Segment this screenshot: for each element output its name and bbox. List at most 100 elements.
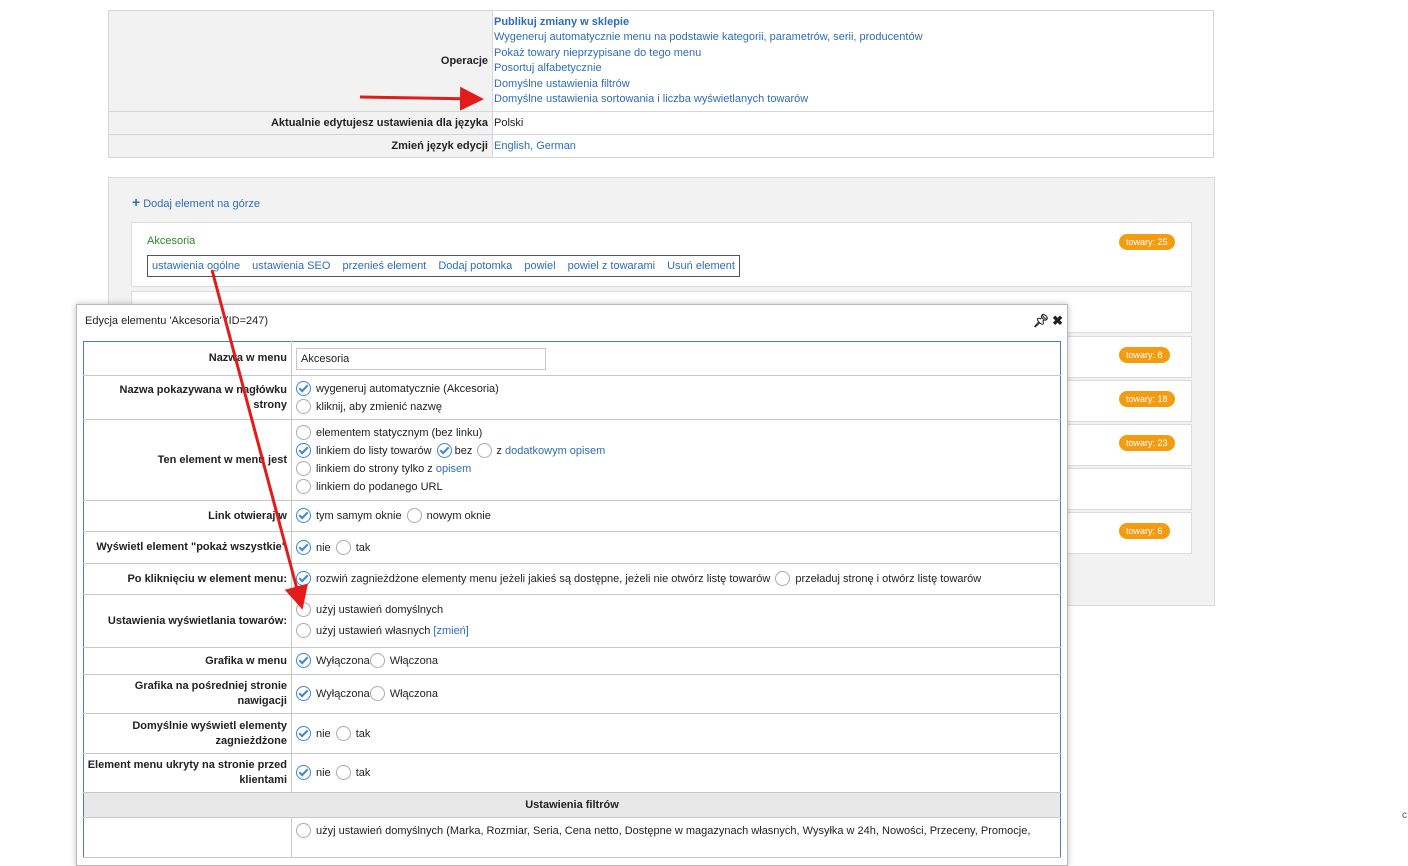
expand-default-no-option[interactable]: nie [296, 725, 331, 743]
graphic-nav-off-option[interactable]: Wyłączona [296, 685, 370, 703]
custom-display-option[interactable]: użyj ustawień własnych [zmień] [296, 621, 1060, 642]
show-all-no-option[interactable]: nie [296, 539, 331, 557]
on-click-label: Po kliknięciu w element menu: [83, 563, 292, 595]
without-description-option[interactable]: bez [435, 442, 472, 460]
expand-default-label: Domyślnie wyświetl elementy zagnieżdżone [83, 713, 292, 754]
default-sorting-link[interactable]: Domyślne ustawienia sortowania i liczba … [494, 93, 808, 105]
operations-label: Operacje [108, 10, 493, 113]
generate-menu-link[interactable]: Wygeneruj automatycznie menu na podstawi… [494, 31, 923, 43]
hidden-no-option[interactable]: nie [296, 764, 331, 782]
same-window-option[interactable]: tym samym oknie [296, 507, 402, 525]
edit-element-dialog: Edycja elementu 'Akcesoria' (ID=247) 📌︎ ✖… [76, 304, 1068, 866]
link-open-label: Link otwieraj w [83, 500, 292, 532]
radio-icon[interactable] [369, 653, 385, 668]
radio-icon[interactable] [296, 479, 311, 494]
radio-icon[interactable] [296, 823, 311, 838]
default-display-option[interactable]: użyj ustawień domyślnych [296, 600, 1060, 621]
corner-char: c [1402, 810, 1407, 821]
change-display-link[interactable]: [zmień] [433, 625, 468, 637]
reload-page-option[interactable]: przeładuj stronę i otwórz listę towarów [773, 570, 981, 588]
additional-description-link[interactable]: dodatkowym opisem [505, 445, 605, 457]
description-page-option[interactable]: linkiem do strony tylko z opisem [296, 460, 1060, 478]
graphic-menu-off-option[interactable]: Wyłączona [296, 652, 370, 670]
menu-item-actions: ustawienia ogólne ustawienia SEO przenie… [147, 255, 740, 277]
graphic-menu-on-option[interactable]: Włączona [369, 652, 438, 670]
plus-icon: + [132, 194, 141, 210]
hidden-label: Element menu ukryty na stronie przed kli… [83, 753, 292, 793]
menu-item-akcesoria: Akcesoria towary: 25 ustawienia ogólne u… [131, 222, 1192, 287]
language-value: Polski [492, 111, 1214, 136]
radio-icon[interactable] [477, 443, 493, 458]
graphic-nav-on-option[interactable]: Włączona [369, 685, 438, 703]
sort-alphabetically-link[interactable]: Posortuj alfabetycznie [494, 62, 602, 74]
change-language-links[interactable]: English, German [494, 140, 576, 152]
operations-table: Operacje Publikuj zmiany w sklepie Wygen… [108, 10, 1214, 159]
radio-checked-icon[interactable] [296, 653, 311, 668]
radio-checked-icon[interactable] [436, 443, 452, 458]
header-name-auto-option[interactable]: wygeneruj automatycznie (Akcesoria) [296, 380, 1060, 398]
pin-icon[interactable]: 📌︎ [1033, 313, 1050, 328]
filters-section-header: Ustawienia filtrów [83, 792, 1061, 818]
menu-item-name[interactable]: Akcesoria [147, 235, 195, 247]
expand-default-yes-option[interactable]: tak [334, 725, 370, 743]
radio-checked-icon[interactable] [296, 443, 311, 458]
radio-checked-icon[interactable] [296, 380, 311, 396]
radio-icon[interactable] [296, 425, 311, 440]
seo-settings-link[interactable]: ustawienia SEO [252, 260, 330, 272]
radio-icon[interactable] [369, 686, 385, 701]
display-settings-label: Ustawienia wyświetlania towarów: [83, 594, 292, 648]
expand-nested-option[interactable]: rozwiń zagnieżdżone elementy menu jeżeli… [296, 570, 770, 588]
name-label: Nazwa w menu [83, 341, 292, 376]
radio-checked-icon[interactable] [296, 508, 311, 523]
operations-list: Publikuj zmiany w sklepie Wygeneruj auto… [494, 11, 1213, 111]
move-element-link[interactable]: przenieś element [342, 260, 426, 272]
graphic-menu-label: Grafika w menu [83, 647, 292, 675]
with-description-option[interactable]: z dodatkowym opisem [475, 442, 605, 460]
hidden-yes-option[interactable]: tak [334, 764, 370, 782]
header-name-custom-option[interactable]: kliknij, aby zmienić nazwę [296, 398, 1060, 416]
radio-checked-icon[interactable] [296, 539, 311, 555]
header-name-label: Nazwa pokazywana w nagłówku strony [83, 375, 292, 420]
element-type-label: Ten element w menu jest [83, 419, 292, 501]
add-top-label[interactable]: Dodaj element na górze [143, 198, 260, 210]
radio-icon[interactable] [335, 539, 351, 555]
show-all-label: Wyświetl element "pokaż wszystkie" [83, 531, 292, 564]
general-settings-link[interactable]: ustawienia ogólne [152, 260, 240, 272]
language-label: Aktualnie edytujesz ustawienia dla język… [108, 111, 493, 136]
menu-name-input[interactable] [296, 347, 546, 370]
product-count-badge: towary: 23 [1119, 435, 1175, 451]
radio-icon[interactable] [406, 508, 422, 523]
default-filters-link[interactable]: Domyślne ustawienia filtrów [494, 78, 630, 90]
radio-icon[interactable] [296, 461, 311, 476]
dialog-header: Edycja elementu 'Akcesoria' (ID=247) 📌︎ ✖ [77, 305, 1067, 339]
static-element-option[interactable]: elementem statycznym (bez linku) [296, 424, 1060, 442]
radio-icon[interactable] [775, 571, 791, 586]
radio-checked-icon[interactable] [296, 686, 311, 701]
description-link[interactable]: opisem [436, 463, 471, 475]
radio-checked-icon[interactable] [296, 725, 311, 741]
new-window-option[interactable]: nowym oknie [405, 507, 491, 525]
radio-checked-icon[interactable] [296, 571, 311, 586]
show-all-yes-option[interactable]: tak [334, 539, 370, 557]
show-unassigned-link[interactable]: Pokaż towary nieprzypisane do tego menu [494, 47, 701, 59]
default-filters-option[interactable]: użyj ustawień domyślnych (Marka, Rozmiar… [296, 822, 1060, 840]
url-link-option[interactable]: linkiem do podanego URL [296, 478, 1060, 496]
delete-element-link[interactable]: Usuń element [667, 260, 735, 272]
radio-checked-icon[interactable] [296, 765, 311, 780]
product-list-link-option[interactable]: linkiem do listy towarów [296, 442, 432, 460]
product-count-badge: towary: 25 [1119, 234, 1175, 250]
radio-icon[interactable] [335, 725, 351, 741]
duplicate-with-products-link[interactable]: powiel z towarami [568, 260, 655, 272]
add-child-link[interactable]: Dodaj potomka [438, 260, 512, 272]
close-icon[interactable]: ✖ [1052, 313, 1063, 328]
publish-changes-link[interactable]: Publikuj zmiany w sklepie [494, 16, 629, 28]
radio-icon[interactable] [335, 765, 351, 780]
add-top-button[interactable]: + Dodaj element na górze [132, 194, 260, 210]
product-count-badge: towary: 18 [1119, 391, 1175, 407]
radio-icon[interactable] [296, 398, 311, 414]
radio-icon[interactable] [296, 602, 311, 617]
radio-icon[interactable] [296, 623, 311, 638]
change-language-label: Zmień język edycji [108, 134, 493, 159]
element-form: Nazwa w menu Nazwa pokazywana w nagłówku… [83, 341, 1061, 858]
duplicate-link[interactable]: powiel [524, 260, 555, 272]
